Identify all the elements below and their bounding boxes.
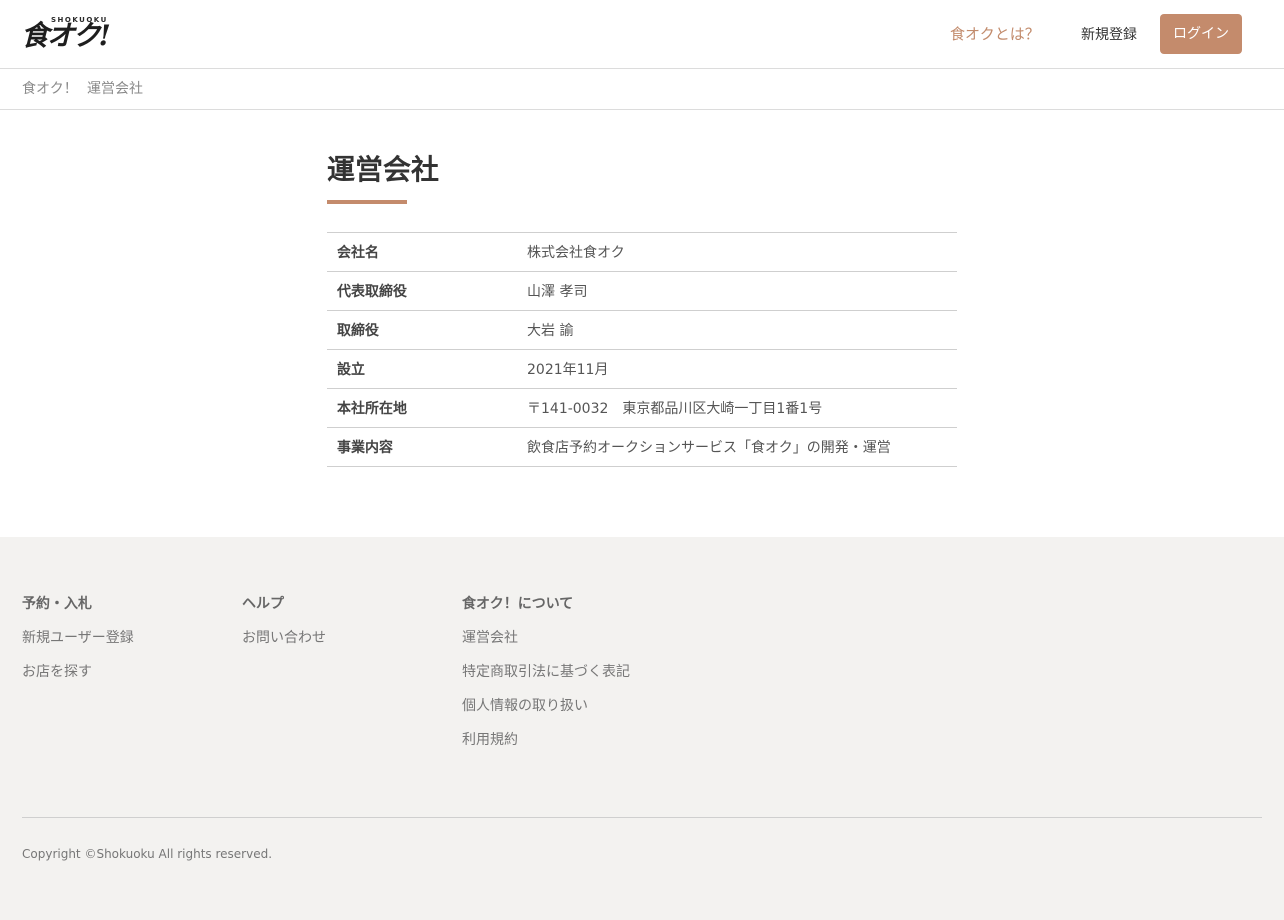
login-button[interactable]: ログイン xyxy=(1160,14,1242,54)
copyright-text: Copyright ©Shokuoku All rights reserved. xyxy=(22,847,273,861)
row-value: 株式会社食オク xyxy=(527,245,625,261)
row-value: 大岩 諭 xyxy=(527,323,574,339)
row-label: 代表取締役 xyxy=(337,284,407,300)
table-row: 事業内容 飲食店予約オークションサービス「食オク」の開発・運営 xyxy=(327,428,957,467)
row-label: 設立 xyxy=(337,362,365,378)
row-label: 本社所在地 xyxy=(337,401,407,417)
footer-column-about: 食オク！について 運営会社 特定商取引法に基づく表記 個人情報の取り扱い 利用規… xyxy=(462,594,630,750)
nav-signup-link[interactable]: 新規登録 xyxy=(1081,25,1137,45)
table-row: 会社名 株式会社食オク xyxy=(327,233,957,272)
row-value: 飲食店予約オークションサービス「食オク」の開発・運営 xyxy=(527,440,891,456)
nav-about-link[interactable]: 食オクとは？ xyxy=(950,24,1040,44)
footer-heading: 予約・入札 xyxy=(22,596,92,612)
row-value: 山澤 孝司 xyxy=(527,284,588,300)
row-label: 会社名 xyxy=(337,245,379,261)
table-row: 代表取締役 山澤 孝司 xyxy=(327,272,957,311)
title-underline xyxy=(327,200,407,204)
row-label: 事業内容 xyxy=(337,440,393,456)
footer-divider xyxy=(22,817,1262,818)
site-header: SHOKUOKU 食オク! 食オクとは？ 新規登録 ログイン xyxy=(0,0,1284,69)
table-row: 設立 2021年11月 xyxy=(327,350,957,389)
table-row: 取締役 大岩 諭 xyxy=(327,311,957,350)
footer-column-help: ヘルプ お問い合わせ xyxy=(242,594,326,648)
footer-link-terms[interactable]: 利用規約 xyxy=(462,730,630,750)
breadcrumb: 食オク！ 運営会社 xyxy=(0,69,1284,110)
row-value: 〒141-0032 東京都品川区大崎一丁目1番1号 xyxy=(527,401,823,417)
footer-column-reservation: 予約・入札 新規ユーザー登録 お店を探す xyxy=(22,594,134,682)
footer-heading: 食オク！について xyxy=(462,596,574,612)
footer-heading: ヘルプ xyxy=(242,596,284,612)
logo-wordmark: 食オク! xyxy=(21,19,111,52)
site-footer: 予約・入札 新規ユーザー登録 お店を探す ヘルプ お問い合わせ 食オク！について… xyxy=(0,537,1284,920)
footer-link-privacy[interactable]: 個人情報の取り扱い xyxy=(462,696,630,716)
breadcrumb-home-link[interactable]: 食オク！ xyxy=(22,80,78,98)
row-label: 取締役 xyxy=(337,323,379,339)
footer-link-find-shops[interactable]: お店を探す xyxy=(22,662,134,682)
row-value: 2021年11月 xyxy=(527,362,609,378)
page-title: 運営会社 xyxy=(327,153,440,186)
footer-link-new-user[interactable]: 新規ユーザー登録 xyxy=(22,628,134,648)
breadcrumb-current: 運営会社 xyxy=(87,81,143,97)
footer-link-company[interactable]: 運営会社 xyxy=(462,628,630,648)
footer-link-contact[interactable]: お問い合わせ xyxy=(242,628,326,648)
footer-link-commerce-law[interactable]: 特定商取引法に基づく表記 xyxy=(462,662,630,682)
table-row: 本社所在地 〒141-0032 東京都品川区大崎一丁目1番1号 xyxy=(327,389,957,428)
site-logo[interactable]: SHOKUOKU 食オク! xyxy=(21,15,123,53)
company-info-table: 会社名 株式会社食オク 代表取締役 山澤 孝司 取締役 大岩 諭 設立 2021… xyxy=(327,232,957,467)
